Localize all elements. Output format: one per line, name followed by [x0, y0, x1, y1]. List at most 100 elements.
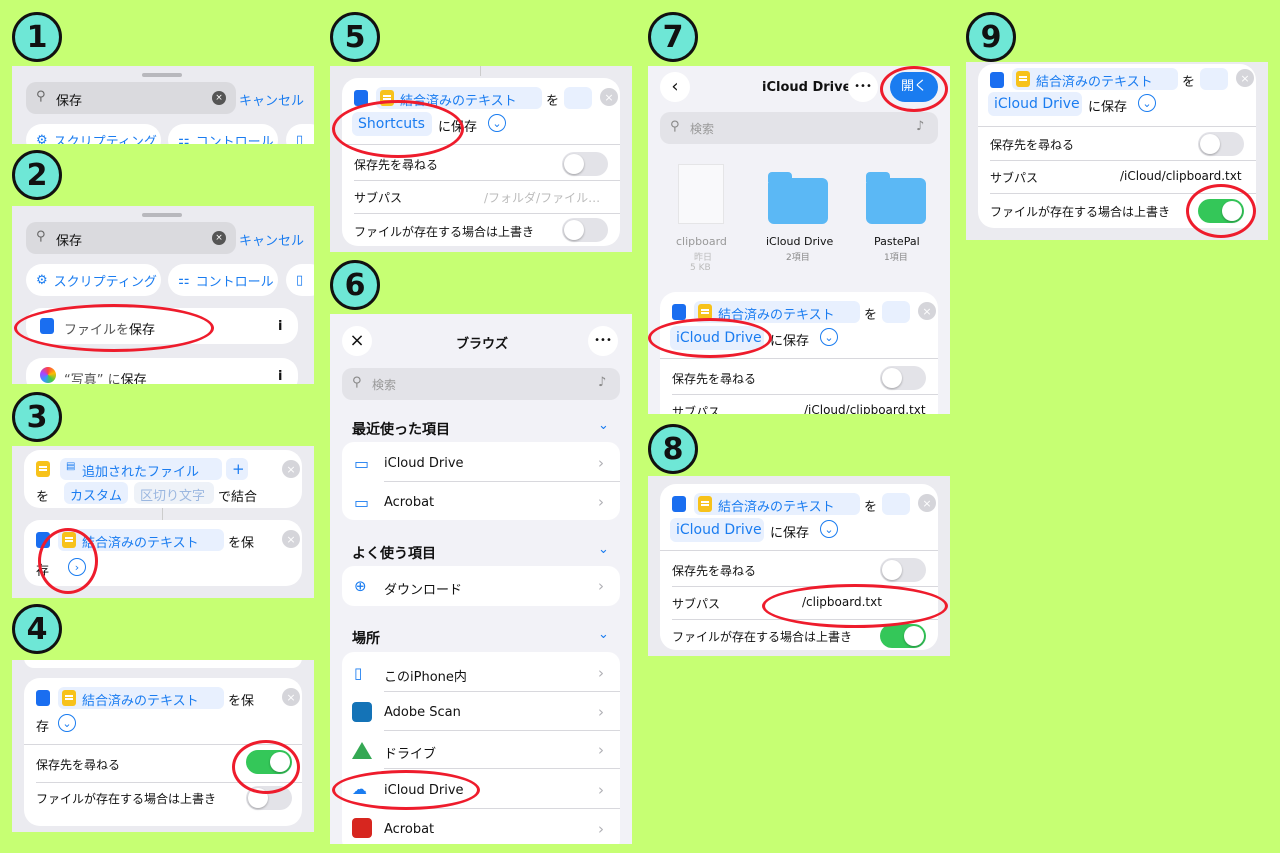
cancel-button[interactable]: キャンセル — [239, 230, 304, 249]
combined-text-token[interactable]: 結合済みのテキスト — [58, 687, 224, 709]
page-title: iCloud Drive — [762, 80, 852, 95]
save-to-label: に保存 — [1088, 100, 1128, 115]
overwrite-toggle[interactable] — [880, 624, 926, 648]
search-field[interactable]: ⚲ 保存 × — [26, 222, 236, 254]
list-item-label[interactable]: Acrobat — [384, 822, 434, 837]
clear-icon[interactable]: × — [212, 231, 226, 245]
subpath-input[interactable]: /フォルダ/ファイル… — [484, 189, 600, 206]
destination-token[interactable]: iCloud Drive — [988, 92, 1082, 116]
clear-icon[interactable]: × — [212, 91, 226, 105]
chevron-down-icon[interactable]: ⌄ — [598, 627, 609, 642]
list-item-label[interactable]: Adobe Scan — [384, 705, 461, 720]
file-icon — [990, 72, 1004, 88]
search-icon: ⚲ — [670, 119, 680, 134]
ask-where-toggle[interactable] — [562, 152, 608, 176]
ask-where-label: 保存先を尋ねる — [672, 564, 757, 578]
ask-where-toggle[interactable] — [1198, 132, 1244, 156]
mic-icon[interactable]: ♪ — [916, 119, 924, 134]
search-placeholder[interactable]: 検索 — [372, 376, 396, 393]
wo-label: を — [1182, 75, 1196, 90]
remove-icon[interactable]: × — [600, 88, 618, 106]
custom-token[interactable]: カスタム — [64, 482, 128, 504]
list-item-label[interactable]: Acrobat — [384, 495, 434, 510]
search-input-value[interactable]: 保存 — [56, 90, 82, 109]
action-save-photo[interactable]: “写真” に保存 i — [26, 358, 298, 384]
back-icon[interactable]: ‹ — [660, 72, 690, 102]
expand-chevron-icon[interactable]: ⌄ — [58, 714, 76, 732]
scripting-chip[interactable]: ⚙ スクリプティング — [26, 124, 161, 144]
chevron-down-icon[interactable]: ⌄ — [598, 418, 609, 433]
expand-chevron-icon[interactable]: ⌄ — [820, 520, 838, 538]
text-icon — [62, 690, 76, 706]
list-item-label[interactable]: ドライブ — [384, 743, 436, 762]
acrobat-icon — [352, 818, 372, 838]
expand-chevron-icon[interactable]: ⌄ — [820, 328, 838, 346]
more-icon[interactable]: ••• — [588, 326, 618, 356]
ask-where-label: 保存先を尋ねる — [990, 138, 1075, 152]
subpath-input[interactable]: /iCloud/clipboard.txt — [804, 403, 926, 414]
highlight-circle — [762, 584, 948, 628]
chevron-down-icon[interactable]: ⌄ — [598, 542, 609, 557]
pastepal-folder-icon[interactable] — [866, 172, 926, 224]
scripting-chip[interactable]: ⚙ スクリプティング — [26, 264, 161, 296]
ask-where-toggle[interactable] — [880, 366, 926, 390]
empty-token[interactable] — [1200, 68, 1228, 90]
destination-token[interactable]: iCloud Drive — [670, 518, 764, 542]
file-icon — [672, 304, 686, 320]
add-button[interactable]: + — [226, 458, 248, 480]
list-item-label[interactable]: ダウンロード — [384, 579, 462, 598]
empty-token[interactable] — [882, 493, 910, 515]
step-badge-9: 9 — [966, 12, 1016, 62]
remove-icon[interactable]: × — [918, 302, 936, 320]
panel-step-9: 結合済みのテキスト を × iCloud Drive に保存 ⌄ 保存先を尋ねる… — [966, 62, 1268, 240]
sheet-grabber[interactable] — [142, 213, 182, 217]
expand-chevron-icon[interactable]: ⌄ — [1138, 94, 1156, 112]
section-recent: 最近使った項目 — [352, 422, 450, 438]
more-icon[interactable]: ••• — [848, 72, 878, 102]
chevron-right-icon: › — [598, 493, 604, 511]
panel-step-3: 追加されたファイル ▤ + × を カスタム 区切り文字 で結合 結合済みのテキ… — [12, 446, 314, 598]
text-icon — [36, 461, 50, 477]
overwrite-toggle[interactable] — [562, 218, 608, 242]
close-icon[interactable]: × — [342, 326, 372, 356]
file-name: clipboard — [676, 235, 727, 248]
remove-icon[interactable]: × — [282, 688, 300, 706]
remove-icon[interactable]: × — [918, 494, 936, 512]
folder-icon[interactable] — [768, 172, 828, 224]
ask-where-toggle[interactable] — [880, 558, 926, 582]
combined-text-token[interactable]: 結合済みのテキスト — [1012, 68, 1178, 90]
control-chip[interactable]: ⚏ コントロール — [168, 124, 278, 144]
expand-chevron-icon[interactable]: ⌄ — [488, 114, 506, 132]
remove-icon[interactable]: × — [1236, 69, 1254, 87]
search-placeholder[interactable]: 検索 — [690, 120, 714, 137]
search-field[interactable]: ⚲ 保存 × — [26, 82, 236, 114]
device-chip[interactable]: ▯ — [286, 264, 314, 296]
remove-icon[interactable]: × — [282, 460, 300, 478]
list-item-label[interactable]: iCloud Drive — [384, 456, 464, 471]
panel-step-5: 結合済みのテキスト を × Shortcuts に保存 ⌄ 保存先を尋ねる サブ… — [330, 66, 632, 252]
file-icon — [672, 496, 686, 512]
remove-icon[interactable]: × — [282, 530, 300, 548]
subpath-input[interactable]: /iCloud/clipboard.txt — [1120, 169, 1242, 183]
device-chip[interactable]: ▯ — [286, 124, 314, 144]
page-title: ブラウズ — [456, 337, 509, 352]
search-field[interactable]: ⚲ 検索 ♪ — [342, 368, 620, 400]
mic-icon[interactable]: ♪ — [598, 375, 606, 390]
search-input-value[interactable]: 保存 — [56, 230, 82, 249]
cancel-button[interactable]: キャンセル — [239, 90, 304, 109]
save-label: を保 — [228, 536, 255, 551]
added-files-token[interactable]: 追加されたファイル ▤ — [60, 458, 222, 480]
text-icon — [698, 496, 712, 512]
search-field[interactable]: ⚲ 検索 ♪ — [660, 112, 938, 144]
sheet-grabber[interactable] — [142, 73, 182, 77]
empty-token[interactable] — [564, 87, 592, 109]
info-icon[interactable]: i — [278, 319, 282, 334]
control-chip[interactable]: ⚏ コントロール — [168, 264, 278, 296]
empty-token[interactable] — [882, 301, 910, 323]
clipboard-file-thumb[interactable] — [678, 164, 724, 224]
list-item-label[interactable]: このiPhone内 — [384, 666, 467, 685]
combined-text-token[interactable]: 結合済みのテキスト — [694, 493, 860, 515]
info-icon[interactable]: i — [278, 369, 282, 384]
separator-token[interactable]: 区切り文字 — [134, 482, 214, 504]
step-badge-8: 8 — [648, 424, 698, 474]
